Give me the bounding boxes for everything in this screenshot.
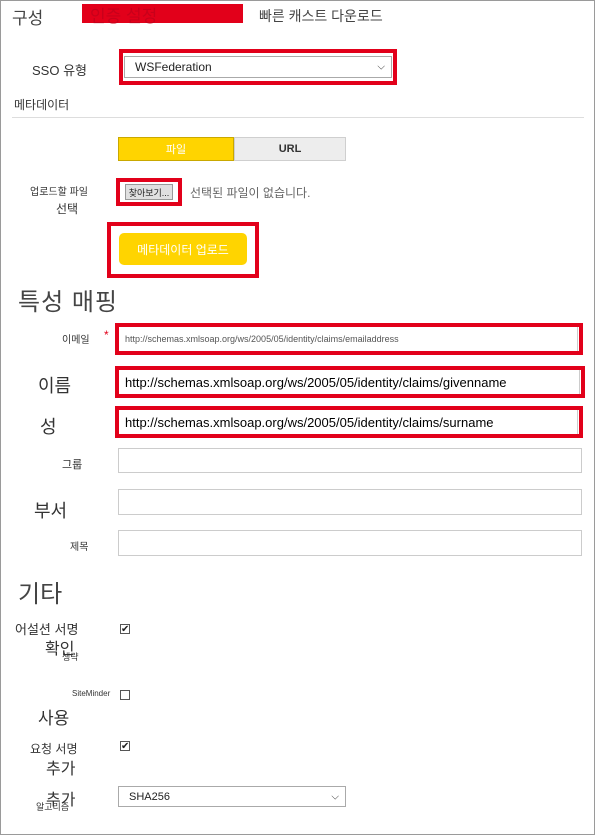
toggle-url-button[interactable]: URL	[234, 137, 346, 161]
other-heading: 기타	[18, 581, 63, 608]
title-input[interactable]	[118, 530, 582, 556]
siteminder-label: SiteMinder	[72, 689, 111, 698]
tab-config[interactable]: 구성	[12, 4, 43, 29]
title-label: 제목	[70, 542, 89, 553]
upload-file-label-2: 선택	[56, 202, 79, 216]
chevron-down-icon: ⌵	[331, 791, 339, 802]
assertion-signature-checkbox[interactable]: ✔	[120, 624, 130, 635]
group-label: 그룹	[62, 459, 83, 471]
algorithm-select[interactable]: SHA256 ⌵	[118, 786, 346, 807]
toggle-file-button[interactable]: 파일	[118, 137, 234, 161]
first-name-label: 이름	[38, 376, 72, 396]
highlight-last-name	[115, 406, 583, 438]
tab-quick-cast-download[interactable]: 빠른 캐스트 다운로드	[259, 6, 383, 26]
algorithm-label-2: 알고리즘	[36, 802, 70, 812]
highlight-browse	[116, 178, 182, 206]
highlight-upload	[107, 222, 259, 278]
siteminder-label-2: 사용	[38, 709, 70, 728]
no-file-text: 선택된 파일이 없습니다.	[190, 186, 311, 200]
metadata-section-label: 메타데이터	[14, 98, 70, 112]
highlight-sso-select	[119, 49, 397, 85]
last-name-label: 성	[40, 417, 57, 437]
siteminder-checkbox[interactable]	[120, 690, 130, 700]
upload-file-label: 업로드할 파일	[30, 187, 88, 198]
section-divider	[12, 117, 584, 118]
checkmark-icon: ✔	[121, 741, 130, 752]
request-signature-label-2: 추가	[46, 761, 76, 778]
department-label: 부서	[34, 501, 68, 521]
algorithm-value: SHA256	[129, 790, 170, 803]
sso-type-label: SSO 유형	[32, 63, 87, 78]
attribute-mapping-heading: 특성 매핑	[18, 289, 118, 316]
highlight-email	[115, 323, 583, 355]
required-mark: *	[104, 328, 109, 342]
group-input[interactable]	[118, 448, 582, 473]
highlight-first-name	[115, 366, 585, 398]
tab-auth-settings[interactable]: 인증 설정	[90, 2, 157, 27]
checkmark-icon: ✔	[121, 624, 130, 635]
assertion-signature-label-3: 생략	[62, 652, 79, 662]
department-input[interactable]	[118, 489, 582, 515]
email-label: 이메일	[62, 335, 90, 346]
request-signature-checkbox[interactable]: ✔	[120, 741, 130, 752]
